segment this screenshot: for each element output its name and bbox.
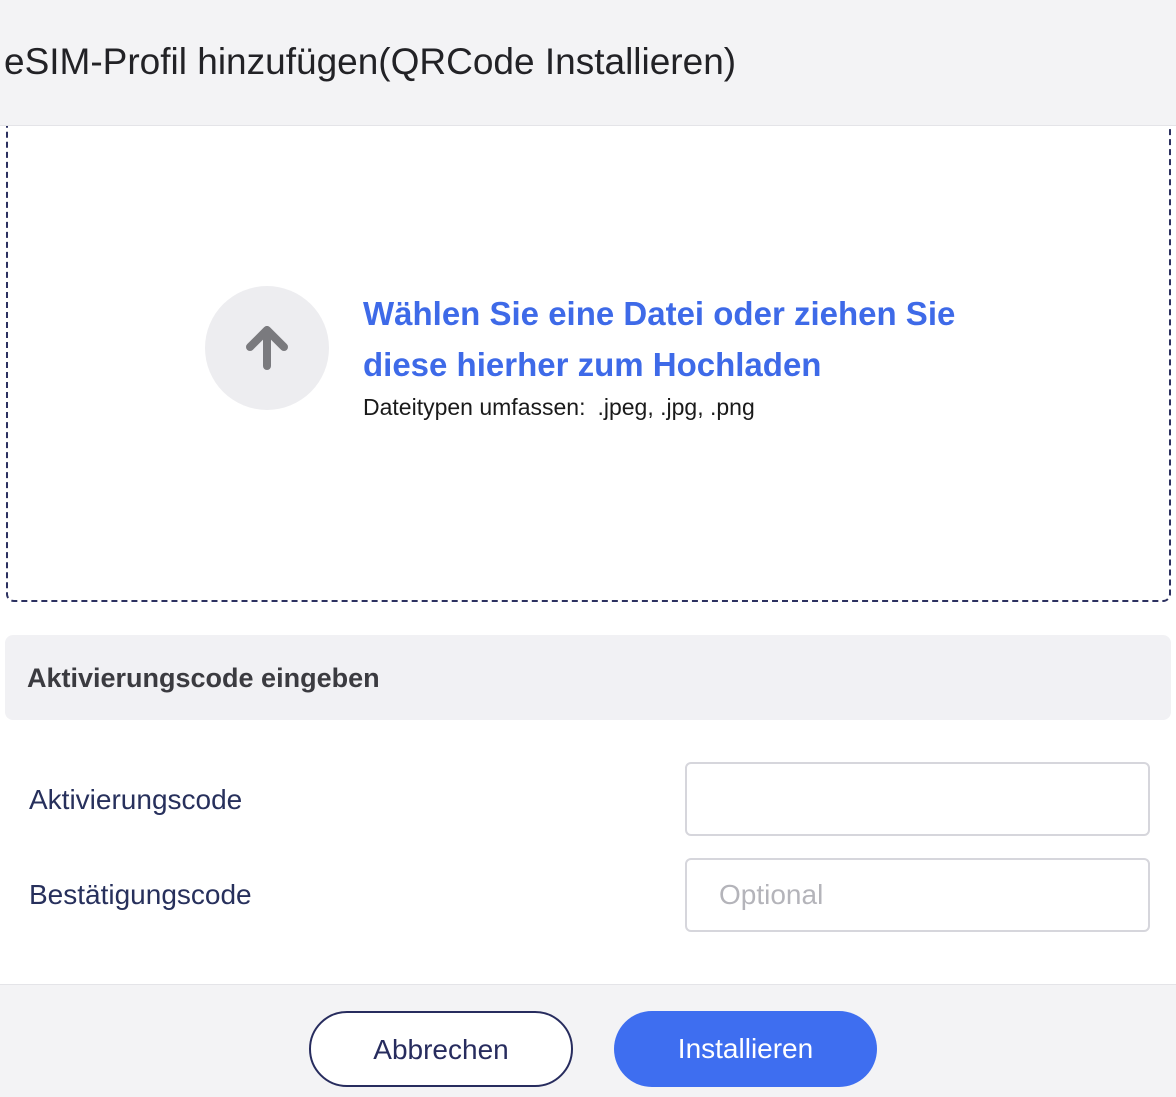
install-button[interactable]: Installieren bbox=[614, 1011, 877, 1087]
activation-code-input[interactable] bbox=[685, 762, 1150, 836]
activation-code-label: Aktivierungscode bbox=[29, 784, 243, 815]
dialog-header: eSIM-Profil hinzufügen(QRCode Installier… bbox=[0, 0, 1176, 126]
upload-button[interactable] bbox=[205, 286, 329, 410]
file-types-label: Dateitypen umfassen: bbox=[363, 394, 586, 420]
arrow-up-icon bbox=[246, 326, 288, 370]
confirmation-code-label: Bestätigungscode bbox=[29, 879, 252, 910]
dialog-title: eSIM-Profil hinzufügen(QRCode Installier… bbox=[4, 41, 737, 82]
file-types-hint: Dateitypen umfassen: .jpeg, .jpg, .png bbox=[363, 392, 755, 422]
confirmation-code-input[interactable] bbox=[685, 858, 1150, 932]
qr-upload-dropzone[interactable]: Wählen Sie eine Datei oder ziehen Sie di… bbox=[6, 110, 1171, 602]
upload-prompt[interactable]: Wählen Sie eine Datei oder ziehen Sie di… bbox=[363, 288, 1043, 390]
activation-section-header: Aktivierungscode eingeben bbox=[5, 635, 1171, 720]
cancel-button[interactable]: Abbrechen bbox=[309, 1011, 573, 1087]
activation-section-title: Aktivierungscode eingeben bbox=[27, 663, 380, 693]
dialog-footer: Abbrechen Installieren bbox=[0, 984, 1176, 1097]
file-types-values: .jpeg, .jpg, .png bbox=[597, 394, 755, 420]
